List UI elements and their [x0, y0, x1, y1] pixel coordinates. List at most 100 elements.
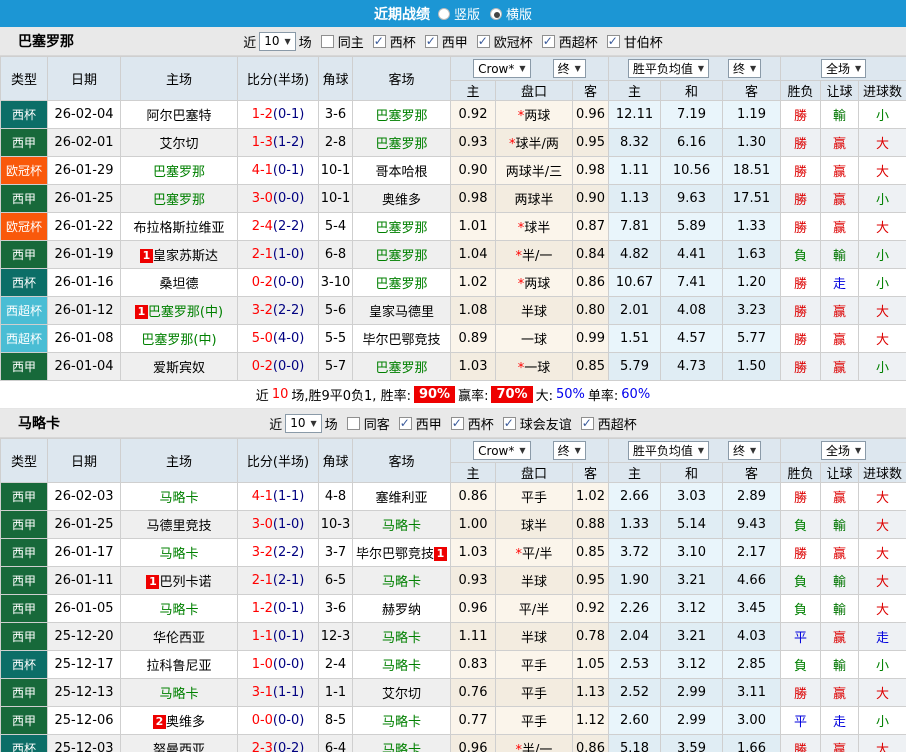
cell-score: 0-2(0-0) — [238, 353, 319, 381]
match-type-badge: 西杯 — [1, 651, 48, 679]
home-team-link[interactable]: 奥维多 — [166, 715, 205, 730]
cell-home-team: 努曼西亚 — [121, 735, 238, 752]
away-team-link[interactable]: 马略卡 — [382, 519, 421, 534]
league-checkbox[interactable] — [581, 417, 594, 430]
radio-unselected-icon[interactable] — [438, 8, 450, 20]
dropdown-arrow-icon: ▼ — [855, 446, 861, 455]
table-row: 西甲 25-12-20 华伦西亚 1-1(0-1) 12-3 马略卡 1.11 … — [1, 623, 906, 651]
table-row: 西甲 26-01-11 1巴列卡诺 2-1(2-1) 6-5 马略卡 0.93 … — [1, 567, 906, 595]
home-team-link[interactable]: 皇家苏斯达 — [153, 249, 218, 264]
radio-horizontal-layout[interactable]: 横版 — [490, 4, 532, 23]
away-team-link[interactable]: 艾尔切 — [382, 687, 421, 702]
league-checkbox[interactable] — [607, 35, 620, 48]
bookmaker-select[interactable]: Crow*▼ — [473, 441, 530, 460]
avg-type-select[interactable]: 胜平负均值▼ — [628, 59, 709, 78]
away-team-link[interactable]: 毕尔巴鄂竞技 — [362, 333, 440, 348]
away-team-link[interactable]: 奥维多 — [382, 193, 421, 208]
avg-stage-select[interactable]: 终▼ — [728, 441, 761, 460]
cell-handicap-result: 輸 — [821, 511, 859, 539]
odds-stage-select[interactable]: 终▼ — [553, 59, 586, 78]
away-team-link[interactable]: 马略卡 — [382, 631, 421, 646]
home-team-link[interactable]: 桑坦德 — [159, 277, 198, 292]
away-team-link[interactable]: 巴塞罗那 — [375, 137, 427, 152]
avg-stage-select[interactable]: 终▼ — [728, 59, 761, 78]
away-team-link[interactable]: 巴塞罗那 — [375, 249, 427, 264]
odd-label: 单率: — [588, 385, 618, 404]
big-rate: 50% — [556, 387, 585, 402]
home-team-link[interactable]: 阿尔巴塞特 — [146, 109, 211, 124]
radio-selected-icon[interactable] — [490, 8, 502, 20]
away-team-link[interactable]: 马略卡 — [382, 659, 421, 674]
away-team-link[interactable]: 巴塞罗那 — [375, 221, 427, 236]
home-team-link[interactable]: 马略卡 — [159, 603, 198, 618]
away-team-link[interactable]: 巴塞罗那 — [375, 109, 427, 124]
sub-header-goals: 进球数 — [859, 81, 906, 101]
league-checkbox[interactable] — [451, 417, 464, 430]
avg-type-select[interactable]: 胜平负均值▼ — [628, 441, 709, 460]
home-team-link[interactable]: 马略卡 — [159, 547, 198, 562]
home-team-link[interactable]: 爱斯宾奴 — [153, 361, 205, 376]
away-team-link[interactable]: 赫罗纳 — [382, 603, 421, 618]
same-venue-checkbox[interactable] — [347, 417, 360, 430]
cell-away-team: 塞维利亚 — [353, 483, 451, 511]
home-team-link[interactable]: 马略卡 — [159, 687, 198, 702]
away-team-link[interactable]: 巴塞罗那 — [375, 361, 427, 376]
cell-goals-result: 大 — [859, 483, 906, 511]
cell-away-team: 巴塞罗那 — [353, 213, 451, 241]
home-team-link[interactable]: 拉科鲁尼亚 — [146, 659, 211, 674]
league-checkbox[interactable] — [373, 35, 386, 48]
odds-stage-select[interactable]: 终▼ — [553, 441, 586, 460]
sub-header-goals: 进球数 — [859, 463, 906, 483]
league-checkbox[interactable] — [542, 35, 555, 48]
away-team-link[interactable]: 塞维利亚 — [375, 491, 427, 506]
table-row: 欧冠杯 26-01-22 布拉格斯拉维亚 2-4(2-2) 5-4 巴塞罗那 1… — [1, 213, 906, 241]
scope-select[interactable]: 全场▼ — [821, 59, 866, 78]
match-count-select[interactable]: 10▼ — [285, 414, 321, 433]
cell-handicap-result: 赢 — [821, 129, 859, 157]
handicap-text: 平手 — [521, 715, 547, 730]
cell-corners: 5-5 — [319, 325, 353, 353]
home-team-link[interactable]: 巴塞罗那(中) — [148, 305, 223, 320]
cell-goals-result: 小 — [859, 269, 906, 297]
table-row: 西杯 25-12-17 拉科鲁尼亚 1-0(0-0) 2-4 马略卡 0.83 … — [1, 651, 906, 679]
cell-handicap-result: 赢 — [821, 297, 859, 325]
league-checkbox[interactable] — [399, 417, 412, 430]
bookmaker-select[interactable]: Crow*▼ — [473, 59, 530, 78]
home-team-link[interactable]: 巴塞罗那(中) — [141, 333, 216, 348]
home-team-link[interactable]: 巴列卡诺 — [159, 575, 211, 590]
same-venue-label: 同客 — [364, 414, 390, 433]
away-team-link[interactable]: 巴塞罗那 — [375, 277, 427, 292]
home-team-link[interactable]: 马略卡 — [159, 491, 198, 506]
cell-avg-away: 4.03 — [723, 623, 781, 651]
cell-result: 勝 — [781, 325, 821, 353]
away-team-link[interactable]: 马略卡 — [382, 743, 421, 752]
cell-handicap-result: 輸 — [821, 101, 859, 129]
halftime-score: (2-2) — [273, 303, 304, 318]
league-checkbox[interactable] — [477, 35, 490, 48]
cell-result: 平 — [781, 623, 821, 651]
match-count-select[interactable]: 10▼ — [259, 32, 295, 51]
cell-goals-result: 小 — [859, 241, 906, 269]
league-checkbox[interactable] — [425, 35, 438, 48]
table-row: 西甲 25-12-13 马略卡 3-1(1-1) 1-1 艾尔切 0.76 平手… — [1, 679, 906, 707]
away-team-link[interactable]: 皇家马德里 — [369, 305, 434, 320]
home-team-link[interactable]: 巴塞罗那 — [153, 165, 205, 180]
home-team-link[interactable]: 华伦西亚 — [153, 631, 205, 646]
home-team-link[interactable]: 巴塞罗那 — [153, 193, 205, 208]
home-team-link[interactable]: 艾尔切 — [159, 137, 198, 152]
cell-odds-home: 0.98 — [451, 185, 496, 213]
league-checkbox[interactable] — [503, 417, 516, 430]
away-team-link[interactable]: 马略卡 — [382, 575, 421, 590]
away-team-link[interactable]: 哥本哈根 — [375, 165, 427, 180]
cell-date: 26-01-05 — [48, 595, 121, 623]
same-venue-checkbox[interactable] — [321, 35, 334, 48]
home-team-link[interactable]: 布拉格斯拉维亚 — [133, 221, 224, 236]
away-team-link[interactable]: 马略卡 — [382, 715, 421, 730]
radio-vertical-layout[interactable]: 竖版 — [438, 4, 480, 23]
scope-select[interactable]: 全场▼ — [821, 441, 866, 460]
home-team-link[interactable]: 努曼西亚 — [153, 743, 205, 752]
away-team-link[interactable]: 毕尔巴鄂竞技 — [356, 547, 434, 562]
home-team-link[interactable]: 马德里竞技 — [146, 519, 211, 534]
cell-avg-away: 1.20 — [723, 269, 781, 297]
col-header-home: 主场 — [121, 57, 238, 101]
